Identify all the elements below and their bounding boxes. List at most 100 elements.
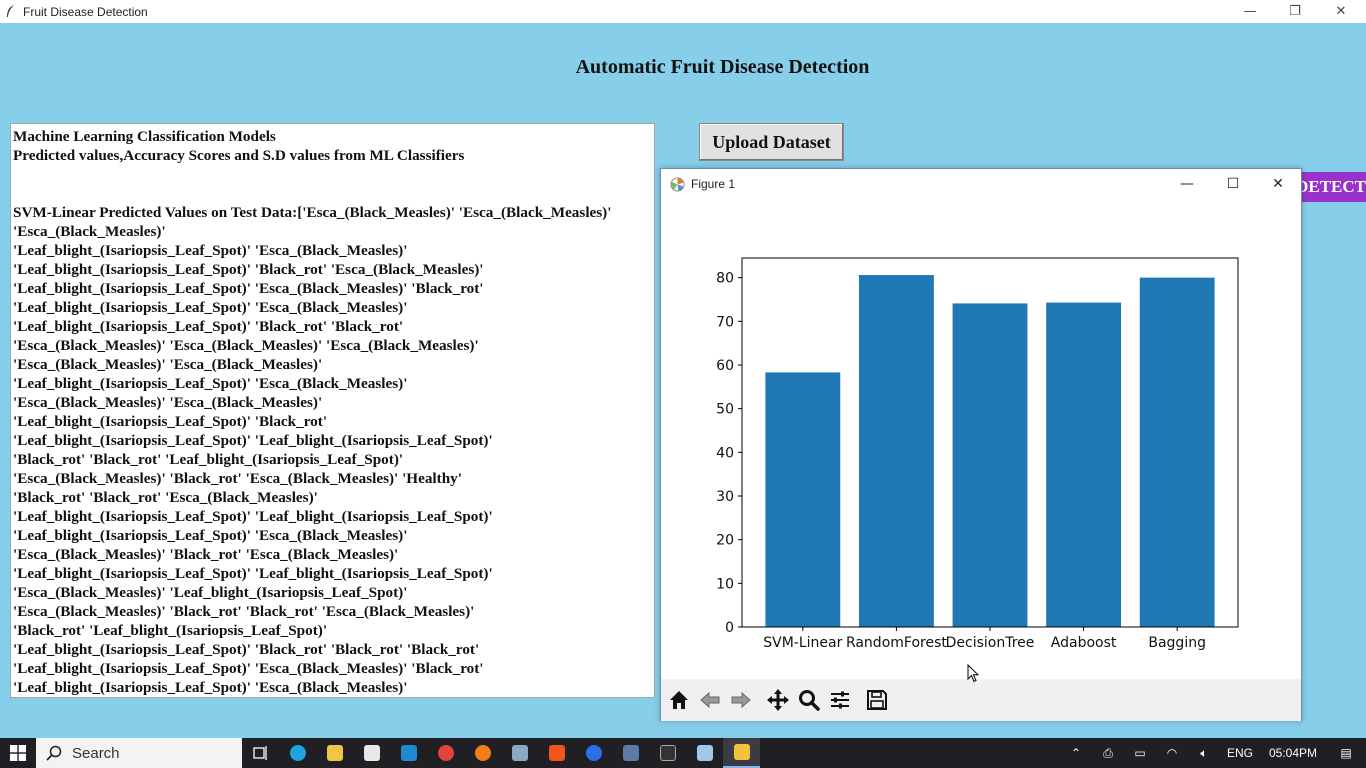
x-tick-label: Adaboost [1051,635,1117,651]
output-line: 'Leaf_blight_(Isariopsis_Leaf_Spot)' 'Le… [13,432,493,449]
remote-desktop-icon[interactable] [612,738,649,768]
search-tool-icon[interactable] [464,738,501,768]
configure-icon[interactable] [825,685,855,715]
close-button[interactable]: ✕ [1318,0,1364,23]
chart-canvas[interactable]: SVM-Linear RandomForest DecisionTree Adaboo… [661,199,1301,679]
output-line: 'Black_rot' 'Leaf_blight_(Isariopsis_Lea… [13,622,328,639]
output-line: 'Leaf_blight_(Isariopsis_Leaf_Spot)' 'Le… [13,565,493,582]
vscode-icon[interactable] [390,738,427,768]
bar-svm-linear [765,372,841,627]
bar-bagging [1139,277,1215,627]
output-line: 'Leaf_blight_(Isariopsis_Leaf_Spot)' 'Bl… [13,641,480,658]
minimize-button[interactable]: — [1227,0,1273,23]
figure-maximize-button[interactable]: ☐ [1210,169,1256,199]
taskbar: Search ⌃ ⎙ ▭ ◠ 🔈︎ ENG 05:04PM ▤ [0,738,1366,768]
figure-close-button[interactable]: ✕ [1255,169,1301,199]
zoom-app-icon[interactable] [575,738,612,768]
detect-button[interactable]: DETECT [1300,172,1366,202]
output-line: SVM-Linear Predicted Values on Test Data… [13,204,612,221]
clock[interactable]: 05:04PM [1260,738,1326,768]
y-tick-label: 30 [716,489,734,505]
bar-randomforest [858,275,934,627]
file-explorer-icon[interactable] [316,738,353,768]
output-line: Machine Learning Classification Models [13,128,276,145]
output-line: 'Black_rot' 'Black_rot' 'Esca_(Black_Mea… [13,489,318,506]
feather-icon [7,5,14,17]
y-tick-label: 10 [716,576,734,592]
y-tick-label: 60 [716,358,734,374]
brave-browser-icon[interactable] [538,738,575,768]
chevron-up-icon[interactable]: ⌃ [1060,738,1092,768]
windows-start-icon[interactable] [0,738,36,768]
output-line: 'Esca_(Black_Measles)' 'Esca_(Black_Meas… [13,394,323,411]
output-line: 'Esca_(Black_Measles)' 'Black_rot' 'Esca… [13,470,462,487]
output-line: 'Leaf_blight_(Isariopsis_Leaf_Spot)' 'Bl… [13,413,328,430]
y-tick-label: 0 [725,620,734,636]
x-tick-label: DecisionTree [946,635,1035,651]
wifi-icon[interactable]: ◠ [1156,738,1188,768]
output-line: Predicted values,Accuracy Scores and S.D… [13,147,465,164]
figure-titlebar[interactable]: Figure 1 — ☐ ✕ [661,169,1301,199]
notepad-icon[interactable] [686,738,723,768]
x-tick-label: RandomForest [846,635,947,651]
x-tick-label: Bagging [1148,635,1206,651]
bar-chart: SVM-Linear RandomForestDecisionTree Adaboo… [716,257,1239,651]
store-icon[interactable] [353,738,390,768]
y-tick-label: 70 [716,314,734,330]
output-line: 'Esca_(Black_Measles)' 'Leaf_blight_(Isa… [13,584,408,601]
y-tick-label: 80 [716,271,734,287]
output-line: 'Leaf_blight_(Isariopsis_Leaf_Spot)' 'Es… [13,660,484,677]
home-icon[interactable] [664,685,694,715]
output-line: 'Esca_(Black_Measles)' 'Black_rot' 'Blac… [13,603,475,620]
task-view-icon[interactable] [242,738,279,768]
snipping-tool-icon[interactable] [501,738,538,768]
battery-icon[interactable]: ▭ [1124,738,1156,768]
output-line: 'Leaf_blight_(Isariopsis_Leaf_Spot)' 'Es… [13,242,408,259]
output-line: 'Leaf_blight_(Isariopsis_Leaf_Spot)' 'Es… [13,299,408,316]
notification-icon[interactable]: ▤ [1326,738,1366,768]
page-title: Automatic Fruit Disease Detection [575,56,870,78]
save-icon[interactable] [862,685,892,715]
figure-window: Figure 1 — ☐ ✕ SVM-Linear RandomForest Dec… [660,168,1302,721]
search-icon [46,745,62,761]
volume-icon[interactable]: 🔈︎ [1188,738,1220,768]
mouse-cursor-icon [967,664,979,683]
system-tray: ⌃ ⎙ ▭ ◠ 🔈︎ ENG 05:04PM ▤ [1060,738,1366,768]
upload-dataset-button[interactable]: Upload Dataset [699,123,844,161]
meet-now-icon[interactable]: ⎙ [1092,738,1124,768]
output-line: 'Leaf_blight_(Isariopsis_Leaf_Spot)' 'Es… [13,679,408,696]
output-line: 'Esca_(Black_Measles)' 'Esca_(Black_Meas… [13,337,479,354]
terminal-icon[interactable] [649,738,686,768]
bar-adaboost [1046,302,1122,627]
y-tick-label: 40 [716,445,734,461]
y-tick-label: 20 [716,533,734,549]
output-line: 'Esca_(Black_Measles)' 'Black_rot' 'Esca… [13,546,399,563]
output-line: 'Leaf_blight_(Isariopsis_Leaf_Spot)' 'Bl… [13,318,404,335]
back-arrow-icon[interactable] [695,685,725,715]
pan-icon[interactable] [763,685,793,715]
bar-decisiontree [952,303,1028,627]
output-line: 'Leaf_blight_(Isariopsis_Leaf_Spot)' 'Es… [13,280,484,297]
python-app-icon[interactable] [723,738,760,768]
x-tick-label: SVM-Linear [763,635,842,651]
forward-arrow-icon[interactable] [726,685,756,715]
output-text-area[interactable]: Machine Learning Classification Models Pr… [10,123,655,698]
main-window-titlebar[interactable]: Fruit Disease Detection — ❐ ✕ [0,0,1366,23]
window-title: Fruit Disease Detection [23,4,148,19]
chrome-icon[interactable] [427,738,464,768]
language-indicator[interactable]: ENG [1220,738,1260,768]
output-line: 'Esca_(Black_Measles)' [13,223,166,240]
output-line: 'Leaf_blight_(Isariopsis_Leaf_Spot)' 'Es… [13,527,408,544]
matplotlib-icon [670,176,685,192]
y-tick-label: 50 [716,402,734,418]
zoom-icon[interactable] [794,685,824,715]
output-line: 'Leaf_blight_(Isariopsis_Leaf_Spot)' 'Le… [13,508,493,525]
restore-button[interactable]: ❐ [1272,0,1318,23]
output-line: 'Leaf_blight_(Isariopsis_Leaf_Spot)' 'Bl… [13,261,484,278]
figure-minimize-button[interactable]: — [1164,169,1210,199]
taskbar-search-input[interactable]: Search [36,738,242,768]
edge-browser-icon[interactable] [279,738,316,768]
output-line: 'Black_rot' 'Black_rot' 'Leaf_blight_(Is… [13,451,404,468]
